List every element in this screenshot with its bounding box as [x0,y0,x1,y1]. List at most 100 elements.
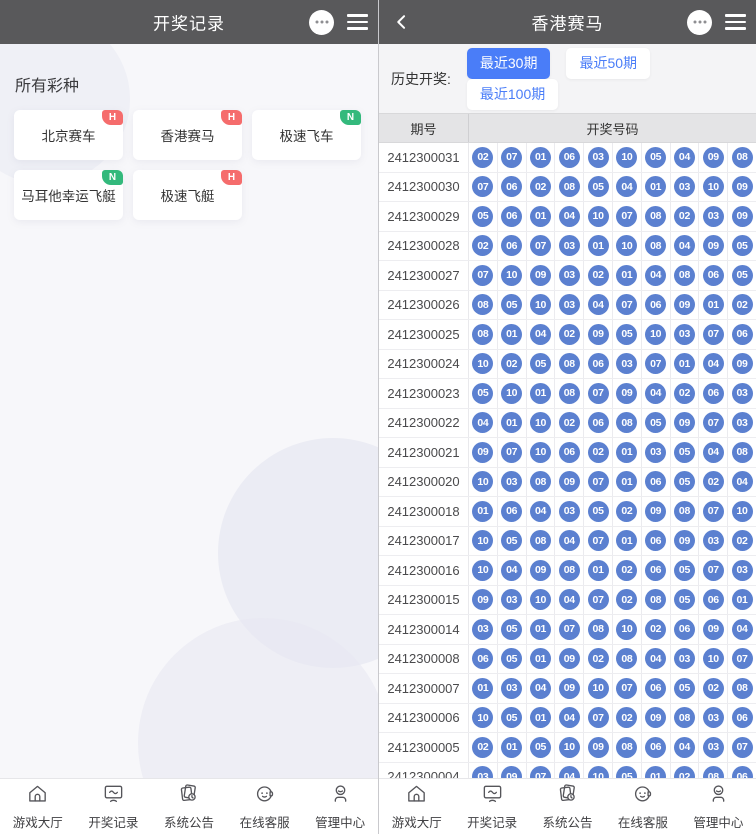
number-ball: 01 [645,176,666,197]
number-ball: 02 [559,324,580,345]
number-cell: 03 [469,763,498,779]
menu-icon[interactable] [347,14,368,30]
number-cell: 05 [613,763,642,779]
tab-draw-records[interactable]: 开奖记录 [454,779,529,834]
number-cell: 05 [671,468,700,497]
number-cell: 09 [469,438,498,467]
tab-admin-center[interactable]: 管理中心 [302,779,378,834]
number-ball: 01 [501,737,522,758]
number-ball: 04 [588,294,609,315]
number-ball: 05 [674,678,695,699]
number-ball: 05 [501,707,522,728]
number-ball: 03 [559,294,580,315]
table-row: 241230002707100903020104080605 [379,261,756,291]
number-ball: 10 [703,176,724,197]
tab-online-service[interactable]: 在线客服 [227,779,303,834]
number-ball: 09 [674,530,695,551]
tab-online-service[interactable]: 在线客服 [605,779,680,834]
number-cell: 03 [671,320,700,349]
number-ball: 10 [530,442,551,463]
tab-draw-records[interactable]: 开奖记录 [76,779,152,834]
tab-label: 在线客服 [240,812,290,831]
number-cell: 03 [498,586,527,615]
number-ball: 06 [645,678,666,699]
chat-icon[interactable] [309,10,334,35]
tab-game-lobby[interactable]: 游戏大厅 [379,779,454,834]
period-cell: 2412300006 [379,704,469,733]
service-icon [631,782,654,810]
results-scroll-area[interactable]: 期号 开奖号码 24123000310207010603100504090824… [379,113,756,778]
tab-label: 开奖记录 [88,812,138,831]
number-cell: 01 [498,320,527,349]
number-ball: 03 [472,619,493,640]
filter-button-recent-50[interactable]: 最近50期 [566,48,650,79]
number-ball: 05 [472,383,493,404]
record-icon [102,782,125,810]
number-cell: 09 [527,261,556,290]
number-cell: 01 [584,232,613,261]
number-ball: 02 [588,648,609,669]
tab-system-notice[interactable]: 系统公告 [151,779,227,834]
number-ball: 04 [501,560,522,581]
number-cell: 04 [642,261,671,290]
number-ball: 04 [472,412,493,433]
tab-game-lobby[interactable]: 游戏大厅 [0,779,76,834]
number-cell: 09 [469,586,498,615]
back-icon[interactable] [385,0,419,44]
number-ball: 07 [732,648,753,669]
tab-admin-center[interactable]: 管理中心 [681,779,756,834]
number-ball: 06 [703,589,724,610]
number-ball: 03 [559,501,580,522]
number-ball: 02 [703,471,724,492]
number-ball: 04 [645,265,666,286]
number-ball: 07 [588,383,609,404]
number-cell: 08 [642,586,671,615]
number-ball: 06 [703,383,724,404]
filter-button-recent-30[interactable]: 最近30期 [467,48,551,79]
number-ball: 10 [530,294,551,315]
tab-system-notice[interactable]: 系统公告 [530,779,605,834]
number-ball: 05 [588,176,609,197]
number-ball: 08 [616,648,637,669]
number-cell: 10 [469,350,498,379]
lottery-card-4[interactable]: 极速飞艇H [133,170,242,220]
table-row: 241230003102070106031005040908 [379,143,756,173]
number-ball: 01 [616,471,637,492]
number-cell: 08 [699,763,728,779]
number-cell: 05 [527,350,556,379]
number-ball: 06 [703,265,724,286]
lottery-list-body: 所有彩种 北京赛车H香港赛马H极速飞车N马耳他幸运飞艇N极速飞艇H [0,44,378,778]
number-cell: 03 [728,556,756,585]
number-ball: 08 [588,619,609,640]
number-ball: 05 [616,324,637,345]
number-ball: 02 [674,766,695,778]
number-ball: 01 [472,501,493,522]
badge-new: N [102,170,123,185]
number-ball: 07 [530,235,551,256]
number-cell: 03 [671,173,700,202]
number-cell: 07 [498,438,527,467]
number-cell: 09 [498,763,527,779]
number-cell: 06 [498,232,527,261]
number-ball: 04 [645,648,666,669]
number-cell: 09 [642,704,671,733]
number-ball: 03 [588,147,609,168]
lottery-card-2[interactable]: 极速飞车N [252,110,361,160]
number-ball: 07 [703,501,724,522]
filter-button-recent-100[interactable]: 最近100期 [467,79,558,110]
lottery-card-3[interactable]: 马耳他幸运飞艇N [14,170,123,220]
number-ball: 09 [559,471,580,492]
menu-icon[interactable] [725,14,746,30]
number-ball: 03 [674,324,695,345]
number-cell: 08 [613,409,642,438]
lottery-card-1[interactable]: 香港赛马H [133,110,242,160]
number-ball: 02 [588,265,609,286]
lottery-card-0[interactable]: 北京赛车H [14,110,123,160]
number-cell: 02 [584,645,613,674]
chat-icon[interactable] [687,10,712,35]
number-cell: 08 [728,674,756,703]
number-ball: 04 [703,353,724,374]
number-cell: 06 [584,350,613,379]
number-ball: 03 [472,766,493,778]
number-cell: 04 [555,586,584,615]
